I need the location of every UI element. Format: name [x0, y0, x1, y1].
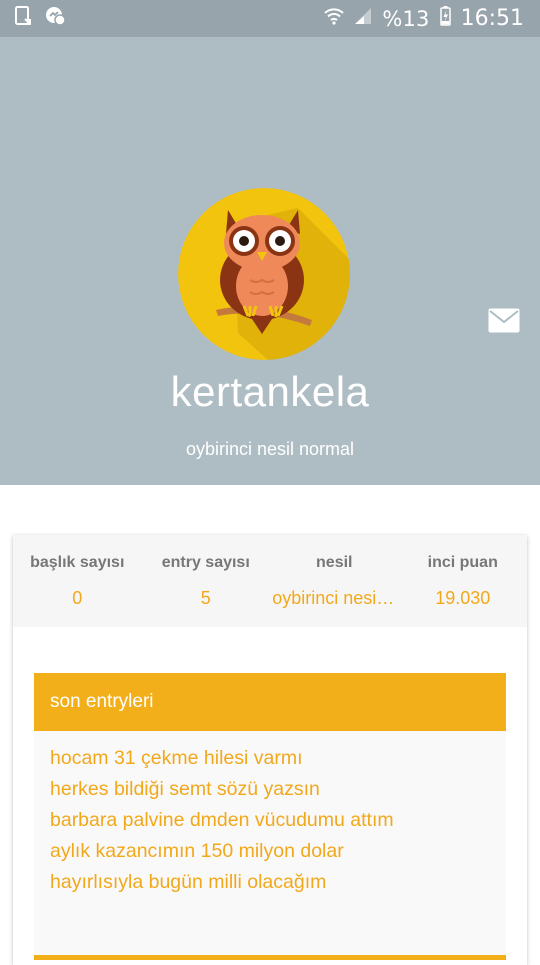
stat-title-count: başlık sayısı 0 — [13, 535, 142, 627]
stat-value: 19.030 — [435, 588, 491, 608]
mail-icon[interactable] — [488, 308, 520, 333]
entry-list: hocam 31 çekme hilesi varmı herkes bildi… — [34, 731, 506, 898]
recent-entries-section: son entryleri hocam 31 çekme hilesi varm… — [34, 673, 506, 955]
entry-link[interactable]: aylık kazancımın 150 milyon dolar — [50, 836, 506, 867]
entry-link[interactable]: hocam 31 çekme hilesi varmı — [50, 743, 506, 774]
entry-link[interactable]: hayırlısıyla bugün milli olacağım — [50, 867, 506, 898]
stat-value: oybirinci nesil normal — [272, 588, 396, 608]
username: kertankela — [170, 368, 370, 415]
user-generation: oybirinci nesil normal — [185, 439, 355, 459]
section-title: son entryleri — [34, 673, 506, 731]
stat-label: nesil — [316, 554, 353, 571]
clock: 16:51 — [460, 6, 524, 31]
stat-label: başlık sayısı — [30, 554, 125, 571]
next-section-header — [34, 955, 506, 960]
profile-header: kertankela oybirinci nesil normal — [0, 37, 540, 485]
wifi-icon — [324, 7, 345, 30]
stat-label: entry sayısı — [161, 554, 250, 571]
signal-icon — [354, 7, 372, 30]
stat-generation: nesil oybirinci nesil normal — [270, 535, 399, 627]
entry-link[interactable]: barbara palvine dmden vücudumu attım — [50, 805, 506, 836]
status-bar: %13 16:51 — [0, 0, 540, 37]
messenger-icon — [44, 5, 66, 32]
owl-avatar — [178, 188, 350, 360]
screenshot-icon — [14, 5, 34, 32]
battery-charging-icon — [439, 6, 451, 31]
stats-row: başlık sayısı 0 entry sayısı 5 nesil oyb… — [13, 535, 527, 627]
entry-link[interactable]: herkes bildiği semt sözü yazsın — [50, 774, 506, 805]
battery-percent: %13 — [382, 6, 430, 31]
stat-value: 0 — [72, 588, 83, 608]
stat-entry-count: entry sayısı 5 — [142, 535, 271, 627]
stat-value: 5 — [200, 588, 211, 608]
profile-card: başlık sayısı 0 entry sayısı 5 nesil oyb… — [13, 535, 527, 965]
stat-karma: inci puan 19.030 — [399, 535, 528, 627]
stat-label: inci puan — [427, 554, 498, 571]
